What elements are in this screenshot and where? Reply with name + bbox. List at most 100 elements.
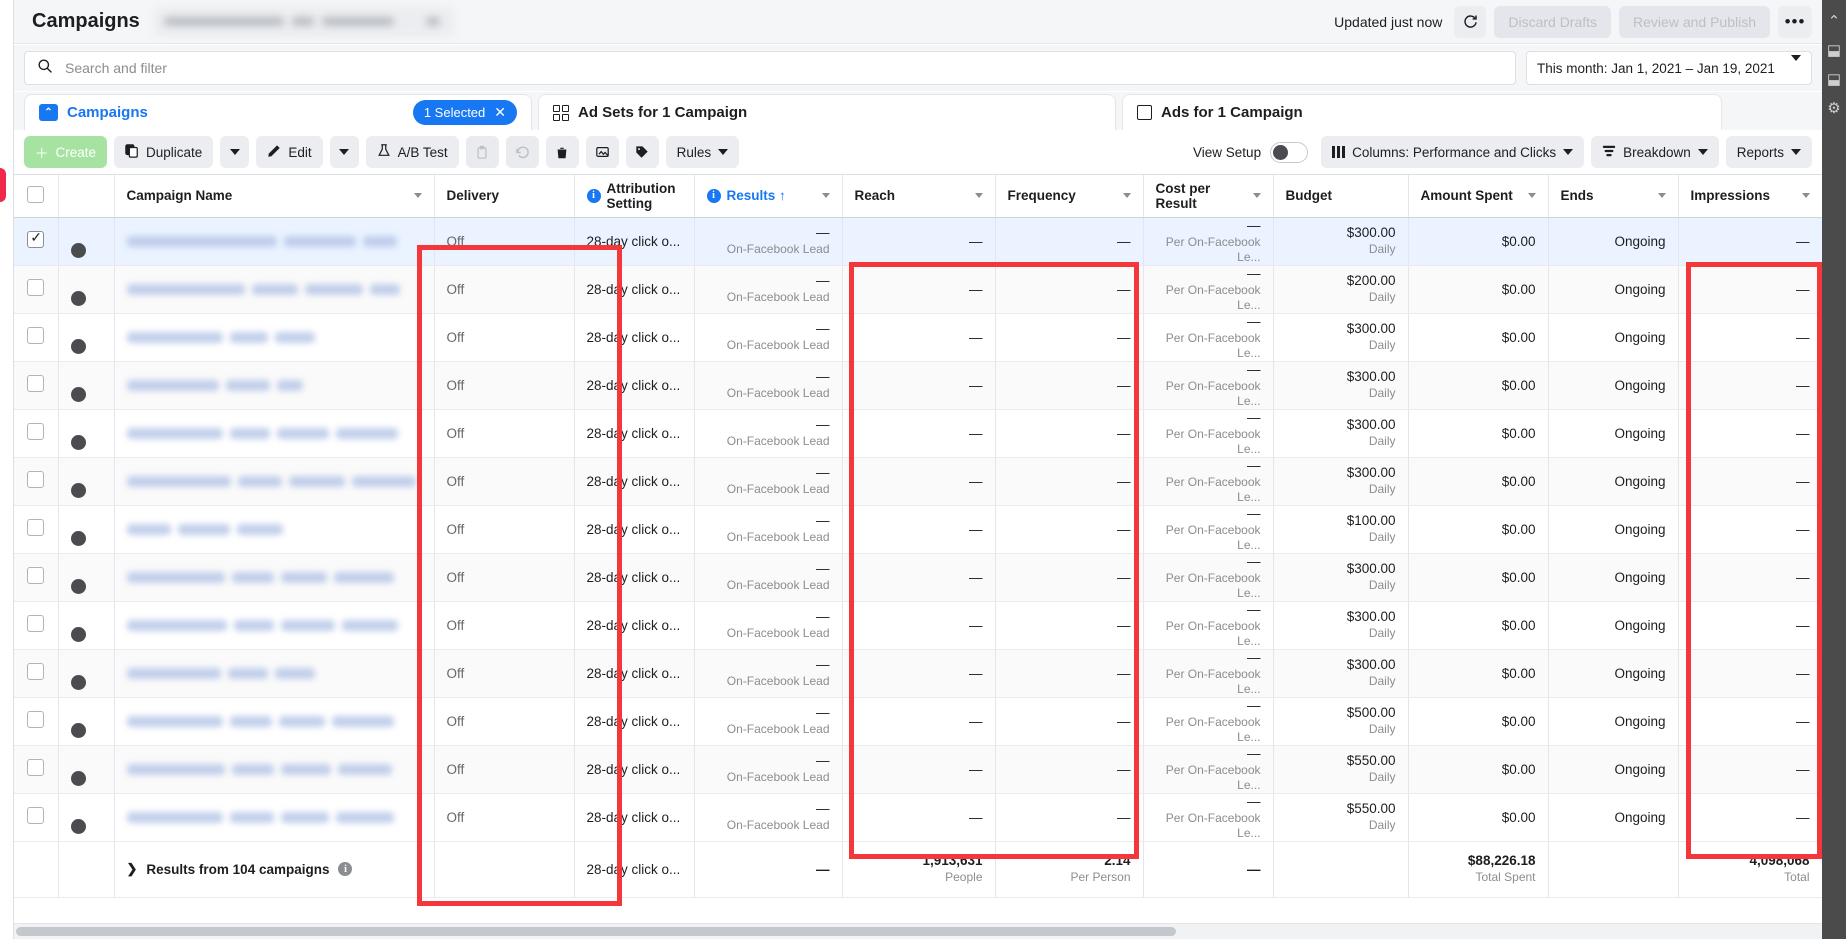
- row-select-cell[interactable]: [14, 745, 59, 794]
- column-header-campaign-name[interactable]: Campaign Name: [114, 175, 435, 218]
- row-checkbox[interactable]: [27, 423, 45, 440]
- row-checkbox[interactable]: [27, 759, 45, 776]
- campaign-name-cell[interactable]: [114, 697, 435, 746]
- row-status-cell[interactable]: [58, 505, 115, 554]
- column-header-impressions[interactable]: Impressions: [1678, 175, 1822, 218]
- select-all-header[interactable]: [14, 175, 59, 218]
- row-checkbox[interactable]: [27, 567, 45, 584]
- row-status-cell[interactable]: [58, 361, 115, 410]
- row-status-cell[interactable]: [58, 265, 115, 314]
- chevron-down-icon[interactable]: [1122, 193, 1131, 199]
- table-row[interactable]: Off 28-day click o... —On-Facebook Lead …: [14, 313, 1822, 362]
- table-row[interactable]: Off 28-day click o... —On-Facebook Lead …: [14, 745, 1822, 794]
- campaigns-table-container[interactable]: Campaign Name Delivery i Attribution Sett…: [14, 174, 1822, 921]
- selection-badge[interactable]: 1 Selected ✕: [412, 100, 517, 125]
- undo-icon[interactable]: [505, 136, 539, 168]
- view-setup-toggle[interactable]: [1270, 141, 1309, 163]
- horizontal-scrollbar[interactable]: [14, 923, 1822, 939]
- budget-cell[interactable]: $300.00 Daily: [1273, 601, 1409, 650]
- columns-button[interactable]: Columns: Performance and Clicks: [1321, 136, 1585, 168]
- budget-cell[interactable]: $500.00 Daily: [1273, 697, 1409, 746]
- campaign-name-cell[interactable]: [114, 505, 435, 554]
- info-icon[interactable]: i: [338, 862, 353, 876]
- row-select-cell[interactable]: [14, 505, 59, 554]
- row-select-cell[interactable]: [14, 217, 59, 266]
- tab-campaigns[interactable]: ⌃ Campaigns 1 Selected ✕: [24, 94, 532, 130]
- budget-cell[interactable]: $300.00 Daily: [1273, 457, 1409, 506]
- budget-cell[interactable]: $300.00 Daily: [1273, 553, 1409, 602]
- row-checkbox[interactable]: [27, 711, 45, 728]
- select-all-checkbox[interactable]: [27, 185, 45, 203]
- tab-ad-sets[interactable]: Ad Sets for 1 Campaign: [538, 94, 1116, 130]
- totals-label-cell[interactable]: ❯ Results from 104 campaigns i: [114, 840, 435, 898]
- search-and-filter[interactable]: [24, 51, 1516, 85]
- row-status-cell[interactable]: [58, 601, 115, 650]
- duplicate-dropdown-button[interactable]: [220, 136, 250, 168]
- caret-up-icon[interactable]: ⌃: [1822, 14, 1846, 29]
- column-header-ends[interactable]: Ends: [1548, 175, 1679, 218]
- budget-cell[interactable]: $300.00 Daily: [1273, 361, 1409, 410]
- info-icon[interactable]: i: [706, 188, 721, 203]
- budget-cell[interactable]: $550.00 Daily: [1273, 793, 1409, 842]
- row-status-cell[interactable]: [58, 649, 115, 698]
- rules-button[interactable]: Rules: [665, 136, 740, 168]
- table-row[interactable]: Off 28-day click o... —On-Facebook Lead …: [14, 793, 1822, 842]
- clear-selection-icon[interactable]: ✕: [494, 104, 506, 121]
- row-select-cell[interactable]: [14, 265, 59, 314]
- row-checkbox[interactable]: [27, 279, 45, 296]
- campaign-name-cell[interactable]: [114, 217, 435, 266]
- campaign-name-cell[interactable]: [114, 601, 435, 650]
- row-select-cell[interactable]: [14, 649, 59, 698]
- campaign-name-cell[interactable]: [114, 457, 435, 506]
- budget-cell[interactable]: $100.00 Daily: [1273, 505, 1409, 554]
- row-checkbox[interactable]: [27, 663, 45, 680]
- duplicate-button[interactable]: Duplicate: [114, 136, 214, 168]
- column-header-attribution-setting[interactable]: i Attribution Setting: [574, 175, 695, 218]
- refresh-icon[interactable]: [1454, 5, 1487, 38]
- clipboard-icon[interactable]: [465, 136, 499, 168]
- row-checkbox[interactable]: [27, 519, 45, 536]
- chevron-down-icon[interactable]: [1527, 193, 1536, 199]
- campaign-name-cell[interactable]: [114, 793, 435, 842]
- chevron-down-icon[interactable]: [1801, 193, 1810, 199]
- row-select-cell[interactable]: [14, 457, 59, 506]
- chevron-down-icon[interactable]: [821, 193, 830, 199]
- table-row[interactable]: Off 28-day click o... —On-Facebook Lead …: [14, 553, 1822, 602]
- chevron-right-icon[interactable]: ❯: [127, 861, 138, 877]
- campaign-name-cell[interactable]: [114, 409, 435, 458]
- row-checkbox[interactable]: [27, 375, 45, 392]
- budget-cell[interactable]: $300.00 Daily: [1273, 409, 1409, 458]
- row-checkbox[interactable]: [27, 807, 45, 824]
- budget-cell[interactable]: $300.00 Daily: [1273, 217, 1409, 266]
- row-status-cell[interactable]: [58, 697, 115, 746]
- column-header-results[interactable]: i Results ↑: [694, 175, 843, 218]
- row-checkbox[interactable]: [27, 471, 45, 488]
- reports-button[interactable]: Reports: [1725, 136, 1812, 168]
- row-status-cell[interactable]: [58, 313, 115, 362]
- account-selector[interactable]: [153, 6, 454, 37]
- row-select-cell[interactable]: [14, 553, 59, 602]
- campaign-name-cell[interactable]: [114, 745, 435, 794]
- tag-icon[interactable]: [625, 136, 659, 168]
- edit-button[interactable]: Edit: [256, 136, 323, 168]
- row-status-cell[interactable]: [58, 457, 115, 506]
- row-select-cell[interactable]: [14, 361, 59, 410]
- person-icon[interactable]: ⬓: [1822, 72, 1846, 87]
- row-status-cell[interactable]: [58, 553, 115, 602]
- budget-cell[interactable]: $300.00 Daily: [1273, 313, 1409, 362]
- campaign-name-cell[interactable]: [114, 313, 435, 362]
- campaign-name-cell[interactable]: [114, 649, 435, 698]
- review-and-publish-button[interactable]: Review and Publish: [1619, 5, 1770, 38]
- row-status-cell[interactable]: [58, 217, 115, 266]
- more-options-button[interactable]: •••: [1778, 5, 1812, 38]
- budget-cell[interactable]: $550.00 Daily: [1273, 745, 1409, 794]
- table-row[interactable]: Off 28-day click o... —On-Facebook Lead …: [14, 649, 1822, 698]
- row-select-cell[interactable]: [14, 697, 59, 746]
- table-row[interactable]: Off 28-day click o... —On-Facebook Lead …: [14, 409, 1822, 458]
- person-icon[interactable]: ⬓: [1822, 43, 1846, 58]
- row-checkbox[interactable]: [27, 327, 45, 344]
- ab-test-button[interactable]: A/B Test: [365, 136, 459, 168]
- chevron-down-icon[interactable]: [1657, 193, 1666, 199]
- column-header-reach[interactable]: Reach: [842, 175, 996, 218]
- edit-dropdown-button[interactable]: [329, 136, 359, 168]
